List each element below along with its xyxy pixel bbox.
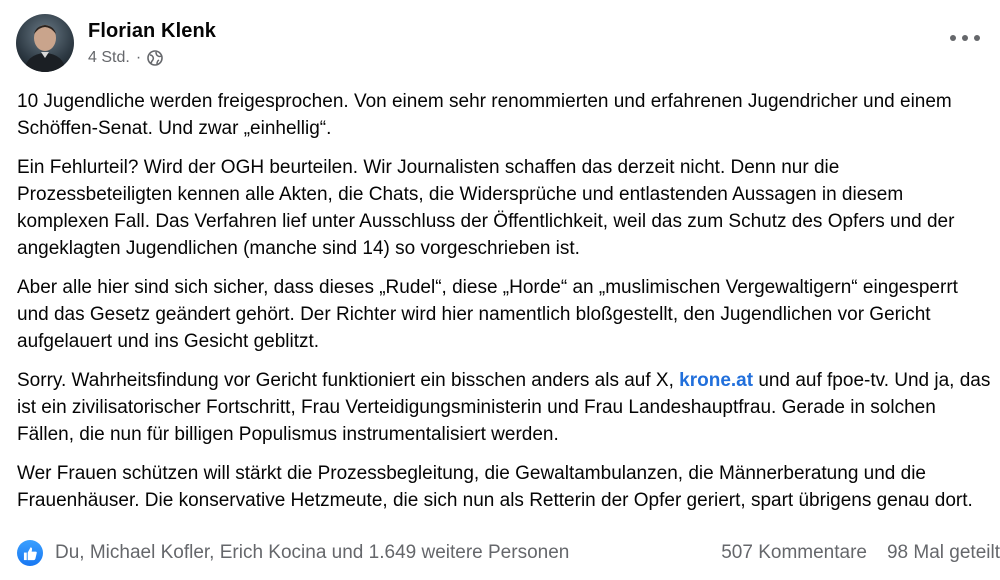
post-paragraph-4: Sorry. Wahrheitsfindung vor Gericht funk… (17, 367, 993, 448)
post-header: Florian Klenk 4 Std. · (16, 14, 216, 72)
dot-1 (950, 35, 956, 41)
shares-count[interactable]: 98 Mal geteilt (887, 542, 1000, 564)
separator-dot: · (135, 49, 142, 66)
post-footer: Du, Michael Kofler, Erich Kocina und 1.6… (17, 540, 1000, 566)
paragraph-4-text-start: Sorry. Wahrheitsfindung vor Gericht funk… (17, 370, 680, 391)
post-paragraph-3: Aber alle hier sind sich sicher, dass di… (17, 277, 958, 352)
post-body: 10 Jugendliche werden freigesprochen. Vo… (17, 88, 993, 514)
comments-count[interactable]: 507 Kommentare (721, 542, 867, 564)
post-paragraph-1: 10 Jugendliche werden freigesprochen. Vo… (17, 91, 952, 139)
author-name[interactable]: Florian Klenk (88, 18, 216, 44)
krone-link[interactable]: krone.at (679, 370, 753, 391)
post-paragraph-2: Ein Fehlurteil? Wird der OGH beurteilen.… (17, 157, 955, 259)
like-thumb-icon (17, 540, 43, 566)
reactions-text: Du, Michael Kofler, Erich Kocina und 1.6… (55, 542, 570, 563)
globe-icon[interactable] (147, 50, 163, 66)
reactions-summary[interactable]: Du, Michael Kofler, Erich Kocina und 1.6… (17, 540, 569, 566)
dot-2 (962, 35, 968, 41)
post-meta: Florian Klenk 4 Std. · (88, 18, 216, 68)
engagement-counts: 507 Kommentare 98 Mal geteilt (721, 542, 1000, 564)
post-subtitle: 4 Std. · (88, 48, 216, 68)
author-avatar[interactable] (16, 14, 74, 72)
post-timestamp[interactable]: 4 Std. (88, 48, 130, 68)
more-options-icon[interactable] (950, 28, 980, 48)
facebook-post: Florian Klenk 4 Std. · 10 Jugendliche we (0, 0, 1000, 580)
dot-3 (974, 35, 980, 41)
post-paragraph-5: Wer Frauen schützen will stärkt die Proz… (17, 463, 973, 511)
